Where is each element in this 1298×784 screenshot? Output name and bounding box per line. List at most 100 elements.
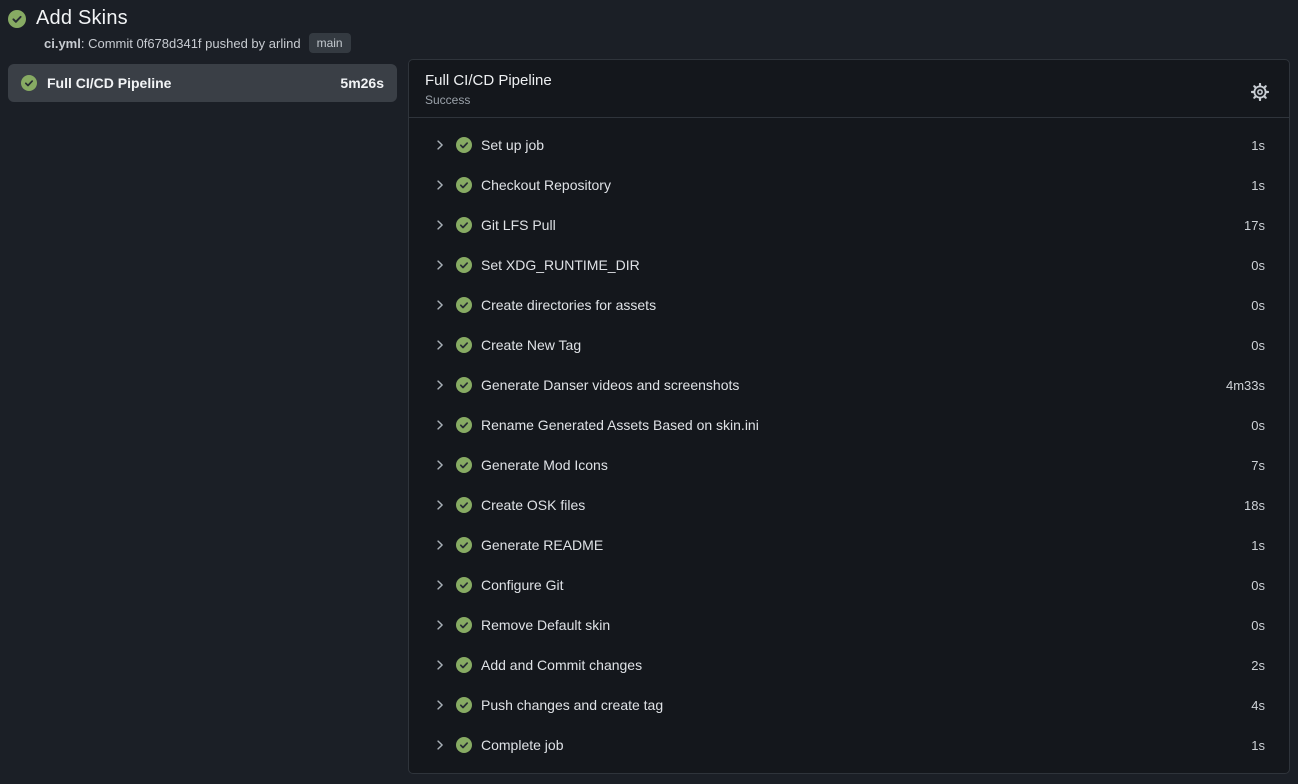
step-duration: 1s <box>1251 138 1265 153</box>
step-duration: 2s <box>1251 658 1265 673</box>
step-duration: 0s <box>1251 618 1265 633</box>
check-circle-icon <box>456 457 472 473</box>
step-row[interactable]: Complete job 1s <box>409 725 1289 765</box>
step-row[interactable]: Set up job 1s <box>409 125 1289 165</box>
check-circle-icon <box>456 297 472 313</box>
step-row[interactable]: Remove Default skin 0s <box>409 605 1289 645</box>
step-row[interactable]: Checkout Repository 1s <box>409 165 1289 205</box>
sidebar-job-item[interactable]: Full CI/CD Pipeline 5m26s <box>8 64 397 102</box>
step-duration: 7s <box>1251 458 1265 473</box>
step-duration: 1s <box>1251 538 1265 553</box>
step-name: Create directories for assets <box>481 297 656 313</box>
step-row[interactable]: Create New Tag 0s <box>409 325 1289 365</box>
step-duration: 0s <box>1251 258 1265 273</box>
check-circle-icon <box>456 497 472 513</box>
check-circle-icon <box>456 617 472 633</box>
chevron-right-icon <box>433 498 447 512</box>
step-name: Configure Git <box>481 577 563 593</box>
gear-icon <box>1251 83 1269 101</box>
step-row[interactable]: Generate README 1s <box>409 525 1289 565</box>
step-row[interactable]: Set XDG_RUNTIME_DIR 0s <box>409 245 1289 285</box>
step-row[interactable]: Create OSK files 18s <box>409 485 1289 525</box>
step-duration: 1s <box>1251 178 1265 193</box>
step-row[interactable]: Add and Commit changes 2s <box>409 645 1289 685</box>
chevron-right-icon <box>433 378 447 392</box>
step-duration: 18s <box>1244 498 1265 513</box>
step-duration: 17s <box>1244 218 1265 233</box>
step-row[interactable]: Rename Generated Assets Based on skin.in… <box>409 405 1289 445</box>
job-detail-panel: Full CI/CD Pipeline Success Set up job 1… <box>408 59 1290 774</box>
run-header: Add Skins ci.yml: Commit 0f678d341f push… <box>0 0 1298 59</box>
page-title: Add Skins <box>36 7 128 30</box>
step-name: Set up job <box>481 137 544 153</box>
run-status-check-circle-icon <box>8 10 26 28</box>
step-name: Generate README <box>481 537 603 553</box>
pushed-by-text: pushed by arlind <box>202 36 301 51</box>
check-circle-icon <box>456 537 472 553</box>
step-name: Create New Tag <box>481 337 581 353</box>
chevron-right-icon <box>433 578 447 592</box>
check-circle-icon <box>456 577 472 593</box>
step-row[interactable]: Git LFS Pull 17s <box>409 205 1289 245</box>
step-name: Generate Mod Icons <box>481 457 608 473</box>
step-duration: 0s <box>1251 578 1265 593</box>
chevron-right-icon <box>433 698 447 712</box>
chevron-right-icon <box>433 258 447 272</box>
chevron-right-icon <box>433 538 447 552</box>
job-duration: 5m26s <box>340 75 384 91</box>
check-circle-icon <box>456 657 472 673</box>
step-name: Rename Generated Assets Based on skin.in… <box>481 417 759 433</box>
chevron-right-icon <box>433 658 447 672</box>
step-row[interactable]: Generate Mod Icons 7s <box>409 445 1289 485</box>
workflow-file-name: ci.yml <box>44 36 81 51</box>
step-name: Create OSK files <box>481 497 585 513</box>
job-name: Full CI/CD Pipeline <box>47 75 171 91</box>
job-settings-button[interactable] <box>1249 81 1271 103</box>
chevron-right-icon <box>433 218 447 232</box>
check-circle-icon <box>456 257 472 273</box>
chevron-right-icon <box>433 418 447 432</box>
chevron-right-icon <box>433 338 447 352</box>
step-duration: 0s <box>1251 418 1265 433</box>
step-name: Checkout Repository <box>481 177 611 193</box>
step-name: Remove Default skin <box>481 617 610 633</box>
branch-badge[interactable]: main <box>309 33 351 53</box>
check-circle-icon <box>456 737 472 753</box>
step-name: Set XDG_RUNTIME_DIR <box>481 257 640 273</box>
check-circle-icon <box>456 697 472 713</box>
check-circle-icon <box>21 75 37 91</box>
run-layout: Full CI/CD Pipeline 5m26s Full CI/CD Pip… <box>0 59 1298 774</box>
commit-summary: ci.yml: Commit 0f678d341f pushed by arli… <box>44 33 1290 53</box>
step-duration: 4m33s <box>1226 378 1265 393</box>
check-circle-icon <box>456 177 472 193</box>
check-circle-icon <box>456 417 472 433</box>
step-duration: 4s <box>1251 698 1265 713</box>
step-name: Git LFS Pull <box>481 217 556 233</box>
steps-list: Set up job 1s Checkout Repository 1s Git… <box>409 118 1289 770</box>
step-row[interactable]: Generate Danser videos and screenshots 4… <box>409 365 1289 405</box>
step-duration: 0s <box>1251 298 1265 313</box>
step-row[interactable]: Create directories for assets 0s <box>409 285 1289 325</box>
step-row[interactable]: Push changes and create tag 4s <box>409 685 1289 725</box>
commit-text: : Commit <box>81 36 137 51</box>
commit-hash-link[interactable]: 0f678d341f <box>136 36 201 51</box>
step-name: Generate Danser videos and screenshots <box>481 377 739 393</box>
step-row[interactable]: Configure Git 0s <box>409 565 1289 605</box>
step-duration: 1s <box>1251 738 1265 753</box>
chevron-right-icon <box>433 298 447 312</box>
chevron-right-icon <box>433 138 447 152</box>
check-circle-icon <box>456 377 472 393</box>
panel-job-status: Success <box>425 93 1273 107</box>
jobs-sidebar: Full CI/CD Pipeline 5m26s <box>8 59 397 102</box>
chevron-right-icon <box>433 178 447 192</box>
check-circle-icon <box>456 337 472 353</box>
chevron-right-icon <box>433 618 447 632</box>
step-name: Push changes and create tag <box>481 697 663 713</box>
step-name: Add and Commit changes <box>481 657 642 673</box>
check-circle-icon <box>456 217 472 233</box>
chevron-right-icon <box>433 458 447 472</box>
step-duration: 0s <box>1251 338 1265 353</box>
chevron-right-icon <box>433 738 447 752</box>
check-circle-icon <box>456 137 472 153</box>
panel-job-title: Full CI/CD Pipeline <box>425 72 1273 89</box>
